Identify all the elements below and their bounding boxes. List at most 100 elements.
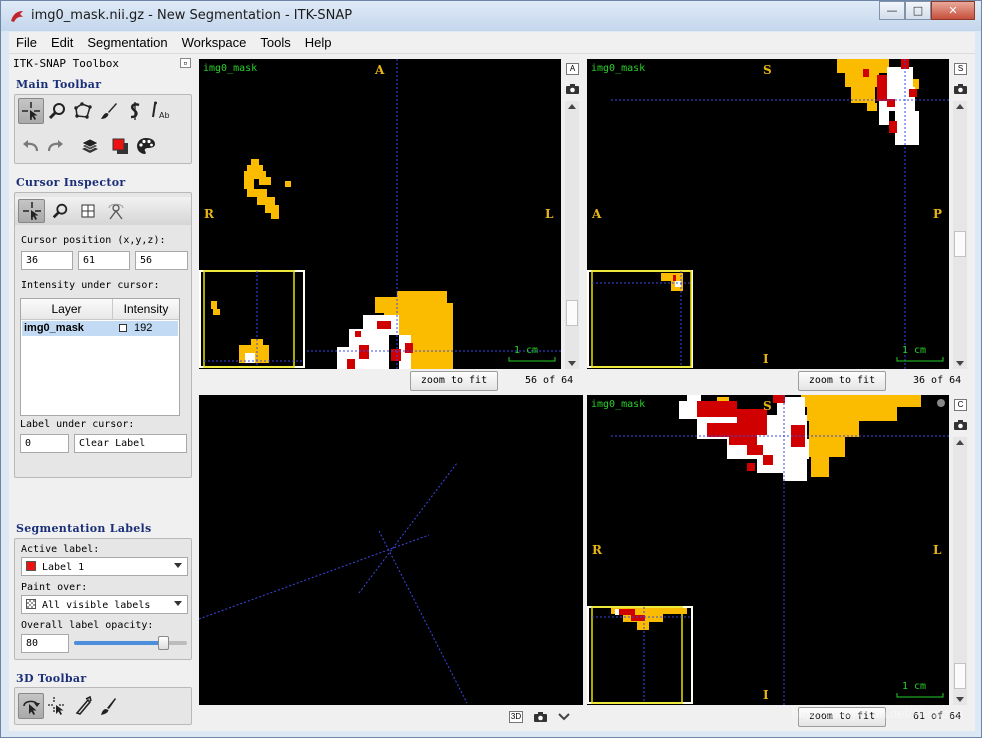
scroll-down-arrow-icon[interactable] xyxy=(956,697,964,702)
3d-render-button[interactable]: 3D xyxy=(509,711,523,723)
annotation-tool-icon[interactable]: Ab xyxy=(148,98,174,124)
menu-edit[interactable]: Edit xyxy=(44,35,80,50)
opacity-slider-fill xyxy=(74,641,165,645)
axial-slice-scrollbar[interactable] xyxy=(565,101,579,369)
axial-zoom-to-fit-button[interactable]: zoom to fit xyxy=(410,371,498,391)
minimize-button[interactable]: — xyxy=(879,1,905,20)
coronal-view[interactable]: img0_mask S R L I 1 cm xyxy=(587,395,949,705)
layer-column-header[interactable]: Layer xyxy=(21,299,113,320)
axial-scale-label: 1 cm xyxy=(514,345,539,356)
scroll-up-arrow-icon[interactable] xyxy=(956,104,964,109)
main-toolbar-heading: Main Toolbar xyxy=(16,78,102,91)
maximize-button[interactable]: □ xyxy=(905,1,931,20)
undock-icon[interactable]: ▫ xyxy=(180,58,191,68)
intensity-column-header[interactable]: Intensity xyxy=(113,299,179,320)
select-3d-icon[interactable] xyxy=(44,693,70,719)
cursor-z-field[interactable]: 56 xyxy=(135,251,188,270)
scroll-thumb[interactable] xyxy=(954,663,966,689)
3d-toolbar-heading: 3D Toolbar xyxy=(16,672,87,685)
spray-3d-icon[interactable] xyxy=(96,693,122,719)
scroll-thumb[interactable] xyxy=(566,300,578,326)
zoom-tab-icon[interactable] xyxy=(47,199,73,223)
redo-icon[interactable] xyxy=(42,133,68,159)
cursor-inspector-heading: Cursor Inspector xyxy=(16,176,126,189)
sagittal-orient-right: P xyxy=(933,207,943,221)
scroll-down-arrow-icon[interactable] xyxy=(956,361,964,366)
undo-icon[interactable] xyxy=(18,133,44,159)
axial-view[interactable]: img0_mask A R L 1 cm xyxy=(199,59,561,369)
paintbrush-tool-icon[interactable] xyxy=(96,98,122,124)
coronal-orient-right: L xyxy=(933,543,942,557)
zoom-tool-icon[interactable] xyxy=(44,98,70,124)
axial-orient-top: A xyxy=(375,63,385,77)
polygon-tool-icon[interactable] xyxy=(70,98,96,124)
sagittal-orient-bottom: I xyxy=(763,352,769,366)
toolbox-title: ITK-SNAP Toolbox xyxy=(13,57,119,70)
crosshair-tool-icon[interactable] xyxy=(18,98,44,124)
3d-snapshot-camera-icon[interactable] xyxy=(534,712,547,722)
label-name-field[interactable]: Clear Label xyxy=(74,434,187,453)
3d-view[interactable] xyxy=(199,395,583,705)
sync-tab-icon[interactable] xyxy=(103,199,129,223)
cursor-y-field[interactable]: 61 xyxy=(78,251,130,270)
intensity-swatch-icon xyxy=(119,324,127,332)
intensity-label: Intensity under cursor: xyxy=(21,280,160,291)
axial-view-toggle-button[interactable]: A xyxy=(566,63,579,75)
menu-tools[interactable]: Tools xyxy=(253,35,297,50)
coronal-view-toggle-button[interactable]: C xyxy=(954,399,967,411)
chevron-down-icon xyxy=(174,563,182,568)
cursor-tab-icon[interactable] xyxy=(18,199,45,223)
snake-tool-icon[interactable] xyxy=(122,98,148,124)
axial-snapshot-camera-icon[interactable] xyxy=(566,84,579,94)
paint-over-dropdown[interactable]: All visible labels xyxy=(21,595,188,614)
scroll-up-arrow-icon[interactable] xyxy=(956,440,964,445)
label-under-cursor-label: Label under cursor: xyxy=(20,419,135,430)
active-label-value: Label 1 xyxy=(42,562,85,573)
paint-over-label: Paint over: xyxy=(21,582,88,593)
scroll-down-arrow-icon[interactable] xyxy=(568,361,576,366)
opacity-slider-track[interactable] xyxy=(74,636,187,650)
menu-segmentation[interactable]: Segmentation xyxy=(80,35,174,50)
opacity-slider-handle[interactable] xyxy=(158,636,170,650)
layers-icon[interactable] xyxy=(77,133,103,159)
menu-file[interactable]: File xyxy=(9,35,44,50)
scroll-thumb[interactable] xyxy=(954,231,966,257)
itksnap-logo-icon xyxy=(11,11,23,22)
sagittal-view[interactable]: img0_mask S A P I 1 cm xyxy=(587,59,949,369)
layout-tab-icon[interactable] xyxy=(75,199,101,223)
label-id-field[interactable]: 0 xyxy=(20,434,69,453)
sagittal-snapshot-camera-icon[interactable] xyxy=(954,84,967,94)
3d-toolbar xyxy=(14,687,192,725)
coronal-orient-left: R xyxy=(592,543,602,557)
close-button[interactable]: ✕ xyxy=(931,1,975,20)
scalpel-3d-icon[interactable] xyxy=(70,693,96,719)
3d-menu-chevron-down-icon[interactable] xyxy=(558,713,570,721)
label-palette-icon[interactable] xyxy=(133,133,159,159)
sagittal-scale-label: 1 cm xyxy=(902,345,927,356)
window-title: img0_mask.nii.gz - New Segmentation - IT… xyxy=(31,8,353,23)
sagittal-view-toggle-button[interactable]: S xyxy=(954,63,967,75)
coronal-orient-bottom: I xyxy=(763,688,769,702)
opacity-field[interactable]: 80 xyxy=(21,634,69,653)
row-intensity-value: 192 xyxy=(134,322,153,334)
rotate-3d-icon[interactable] xyxy=(18,693,44,719)
scroll-up-arrow-icon[interactable] xyxy=(568,104,576,109)
menu-workspace[interactable]: Workspace xyxy=(175,35,254,50)
sagittal-zoom-to-fit-button[interactable]: zoom to fit xyxy=(798,371,886,391)
sagittal-slice-scrollbar[interactable] xyxy=(953,101,967,369)
axial-slice-counter: 56 of 64 xyxy=(525,375,574,386)
svg-text:Ab: Ab xyxy=(159,111,170,120)
coronal-snapshot-camera-icon[interactable] xyxy=(954,420,967,430)
intensity-table: Layer Intensity img0_mask 192 xyxy=(20,298,180,416)
label-color-icon[interactable] xyxy=(107,133,133,159)
active-label-dropdown[interactable]: Label 1 xyxy=(21,557,188,576)
watermark-text: https://blog.csdn.net/Ai-sports xyxy=(791,706,963,721)
sagittal-orient-top: S xyxy=(763,63,772,77)
title-bar[interactable]: img0_mask.nii.gz - New Segmentation - IT… xyxy=(1,1,981,31)
cursor-x-field[interactable]: 36 xyxy=(21,251,73,270)
coronal-orient-top: S xyxy=(763,399,772,413)
menu-help[interactable]: Help xyxy=(298,35,339,50)
table-row[interactable]: img0_mask 192 xyxy=(22,321,178,336)
coronal-slice-scrollbar[interactable] xyxy=(953,437,967,705)
app-window: img0_mask.nii.gz - New Segmentation - IT… xyxy=(0,0,982,738)
